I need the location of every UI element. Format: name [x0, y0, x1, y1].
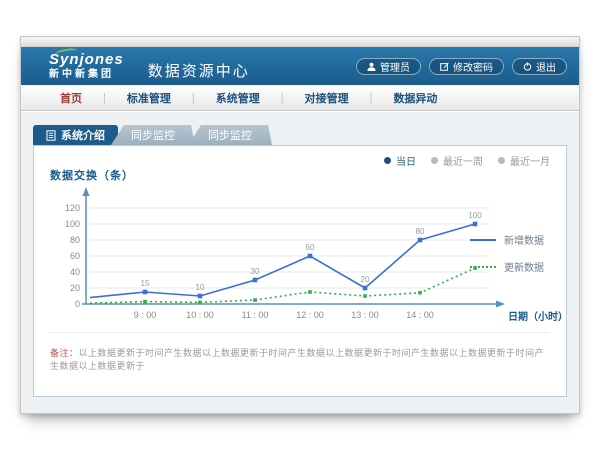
data-point [143, 300, 147, 304]
x-tick-label: 10 : 00 [186, 310, 214, 320]
radio-label: 当日 [396, 153, 416, 168]
edit-icon [440, 62, 449, 71]
legend-item-2[interactable]: 更新数据 [470, 259, 544, 274]
header: Synjones 新中新集团 数据资源中心 管理员 修改密码 退出 [21, 47, 579, 85]
data-point [418, 238, 423, 243]
data-point-label: 15 [141, 279, 150, 288]
data-point [363, 286, 368, 291]
x-axis-arrow-icon [496, 301, 505, 308]
chart-y-axis-title: 数据交换（条） [50, 167, 134, 183]
tab-label: 系统介绍 [61, 127, 105, 143]
radio-2[interactable]: 最近一周 [431, 153, 483, 168]
tab-label: 同步监控 [131, 127, 175, 143]
y-tick-label: 100 [65, 219, 80, 229]
data-point [253, 278, 258, 283]
data-point-label: 80 [416, 227, 425, 236]
content-area: 系统介绍 同步监控 同步监控 当日 最近一周 最近一月 数据交换（条） 0 20 40 60 8… [21, 112, 579, 413]
data-point [363, 294, 367, 298]
change-password-button[interactable]: 修改密码 [429, 58, 504, 75]
data-point [308, 290, 312, 294]
legend-swatch-icon [470, 239, 496, 241]
radio-dot-icon [498, 157, 505, 164]
x-tick-label: 11 : 00 [242, 310, 269, 320]
nav-item-4[interactable]: 对接管理 [284, 90, 370, 106]
data-point-label: 20 [361, 275, 370, 284]
page-title: 数据资源中心 [148, 52, 250, 81]
radio-label: 最近一月 [510, 153, 550, 168]
radio-dot-icon [384, 157, 391, 164]
main-panel: 当日 最近一周 最近一月 数据交换（条） 0 20 40 60 80 100 120 9 : 00… [33, 145, 567, 397]
data-point [308, 254, 313, 259]
x-tick-label: 12 : 00 [296, 310, 324, 320]
legend-swatch-icon [470, 266, 496, 268]
main-nav: 首页|标准管理|系统管理|对接管理|数据异动 [21, 85, 579, 111]
tab-label: 同步监控 [208, 127, 252, 143]
legend-label: 更新数据 [504, 259, 544, 274]
app-window: Synjones 新中新集团 数据资源中心 管理员 修改密码 退出 首页|标准管… [20, 36, 580, 414]
power-icon [523, 62, 532, 71]
user-button-label: 管理员 [380, 59, 410, 74]
y-tick-label: 40 [70, 267, 80, 277]
legend-item-1[interactable]: 新增数据 [470, 232, 544, 247]
radio-1[interactable]: 当日 [384, 153, 416, 168]
radio-3[interactable]: 最近一月 [498, 153, 550, 168]
x-axis-title: 日期（小时） [508, 310, 568, 323]
logo-company-text: 新中新集团 [49, 70, 124, 80]
chart-legend: 新增数据更新数据 [470, 232, 544, 274]
nav-item-2[interactable]: 标准管理 [106, 90, 192, 106]
time-range-radios: 当日 最近一周 最近一月 [384, 153, 550, 168]
tab-3[interactable]: 同步监控 [188, 125, 272, 145]
nav-item-3[interactable]: 系统管理 [195, 90, 281, 106]
radio-dot-icon [431, 157, 438, 164]
nav-item-5[interactable]: 数据异动 [372, 90, 458, 106]
data-point [198, 294, 203, 299]
y-tick-label: 120 [65, 203, 80, 213]
legend-label: 新增数据 [504, 232, 544, 247]
data-point [198, 301, 202, 305]
window-top-strip [21, 37, 579, 47]
logout-button-label: 退出 [536, 59, 556, 74]
data-point-label: 100 [468, 211, 482, 220]
data-point [473, 222, 478, 227]
y-tick-label: 20 [70, 283, 80, 293]
user-icon [367, 62, 376, 71]
radio-label: 最近一周 [443, 153, 483, 168]
logo: Synjones 新中新集团 [49, 52, 124, 80]
y-axis-arrow-icon [83, 187, 90, 196]
data-point-label: 30 [251, 267, 260, 276]
nav-item-1[interactable]: 首页 [39, 90, 103, 106]
logout-button[interactable]: 退出 [512, 58, 567, 75]
data-point [143, 290, 148, 295]
data-point [253, 298, 257, 302]
document-icon [46, 130, 56, 141]
x-tick-label: 9 : 00 [134, 310, 157, 320]
footnote: 备注：以上数据更新于时间产生数据以上数据更新于时间产生数据以上数据更新于时间产生… [50, 332, 550, 372]
x-tick-label: 14 : 00 [406, 310, 434, 320]
tab-2[interactable]: 同步监控 [111, 125, 195, 145]
user-button[interactable]: 管理员 [356, 58, 421, 75]
tab-bar: 系统介绍 同步监控 同步监控 [33, 125, 569, 145]
header-buttons: 管理员 修改密码 退出 [356, 58, 567, 75]
footnote-text: 以上数据更新于时间产生数据以上数据更新于时间产生数据以上数据更新于时间产生数据以… [50, 348, 544, 371]
data-point [418, 291, 422, 295]
x-tick-label: 13 : 00 [351, 310, 379, 320]
y-tick-label: 60 [70, 251, 80, 261]
data-point-label: 60 [306, 243, 315, 252]
data-point-label: 10 [196, 283, 205, 292]
y-tick-label: 0 [75, 299, 80, 309]
footnote-label: 备注： [50, 348, 79, 358]
y-tick-label: 80 [70, 235, 80, 245]
change-password-label: 修改密码 [453, 59, 493, 74]
tab-1[interactable]: 系统介绍 [33, 125, 118, 145]
